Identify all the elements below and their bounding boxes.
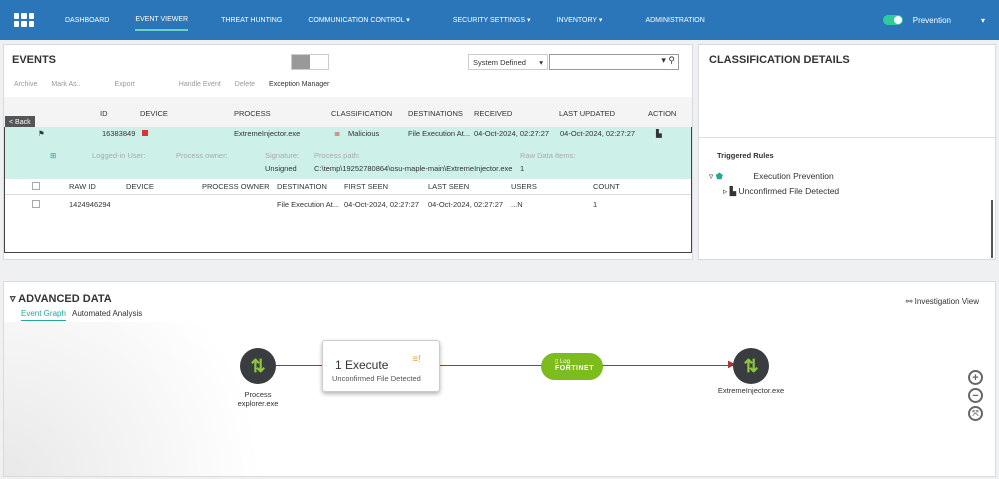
select-all-checkbox[interactable] (32, 182, 40, 190)
mark-as-button[interactable]: Mark As.. (51, 81, 80, 88)
nav-event-viewer[interactable]: EVENT VIEWER (135, 10, 189, 31)
events-title: EVENTS (12, 54, 57, 66)
advanced-panel: ▿ ADVANCED DATA Event Graph Automated An… (3, 281, 996, 477)
device-icon (142, 130, 148, 136)
flag-icon[interactable]: ⚑ (38, 129, 45, 138)
expand-icon: ⊞ (50, 150, 57, 160)
search-icon[interactable]: ⚲ (668, 55, 675, 65)
execute-card[interactable]: 1 Execute ≡! Unconfirmed File Detected (322, 340, 440, 392)
log-badge[interactable]: ▯ Log FORTINET (541, 353, 603, 380)
fortinet-logo-icon[interactable] (14, 13, 34, 27)
chevron-down-icon[interactable]: ▾ (981, 16, 985, 25)
scrollbar[interactable] (991, 200, 993, 258)
zoom-in-icon[interactable]: + (968, 370, 983, 385)
export-button[interactable]: Export (115, 81, 135, 88)
view-toggle[interactable] (291, 54, 329, 70)
mode-label[interactable]: Prevention (913, 16, 951, 25)
nav-inventory[interactable]: INVENTORY ▾ (557, 10, 603, 30)
policy-item[interactable]: ▿ ⬟ Execution Prevention (709, 171, 834, 182)
delete-button[interactable]: Delete (235, 81, 255, 88)
archive-button[interactable]: Archive (14, 81, 37, 88)
rule-item[interactable]: ▹ ▙ Unconfirmed File Detected (723, 186, 839, 197)
fit-to-screen-icon[interactable]: ⤧ (968, 406, 983, 421)
nav-administration[interactable]: ADMINISTRATION (645, 11, 704, 30)
nav-communication-control[interactable]: COMMUNICATION CONTROL ▾ (308, 10, 410, 30)
source-process-node[interactable]: ⇅ (240, 348, 276, 384)
filter-select[interactable]: System Defined ▾ (468, 54, 548, 70)
top-nav: DASHBOARD EVENT VIEWER THREAT HUNTING CO… (0, 0, 999, 40)
row-checkbox[interactable] (32, 200, 40, 208)
prevention-toggle[interactable] (882, 15, 903, 25)
tab-automated-analysis[interactable]: Automated Analysis (72, 309, 142, 318)
nav-threat-hunting[interactable]: THREAT HUNTING (221, 11, 282, 30)
events-panel: EVENTS System Defined ▾ ▾ ⚲ Archive Mark… (3, 44, 693, 260)
investigation-view-button[interactable]: ⚯ Investigation View (906, 297, 979, 306)
nav-dashboard[interactable]: DASHBOARD (65, 11, 109, 30)
handle-event-button[interactable]: Handle Event (179, 81, 221, 88)
action-icon[interactable]: ▙ (656, 129, 662, 138)
target-process-node[interactable]: ⇅ (733, 348, 769, 384)
zoom-out-icon[interactable]: − (968, 388, 983, 403)
search-input[interactable]: ▾ ⚲ (549, 54, 679, 70)
classification-panel: CLASSIFICATION DETAILS Triggered Rules ▿… (698, 44, 996, 260)
exception-manager-button[interactable]: Exception Manager (269, 81, 329, 88)
malicious-icon: ≣ (334, 128, 341, 138)
alert-icon: ≡! (412, 354, 421, 365)
shield-icon: ⬟ (715, 171, 724, 181)
triggered-rules-label: Triggered Rules (717, 151, 774, 160)
tab-event-graph[interactable]: Event Graph (21, 309, 66, 321)
classification-title: CLASSIFICATION DETAILS (709, 54, 850, 66)
nav-security-settings[interactable]: SECURITY SETTINGS ▾ (453, 10, 531, 30)
advanced-title[interactable]: ▿ ADVANCED DATA (10, 292, 112, 305)
